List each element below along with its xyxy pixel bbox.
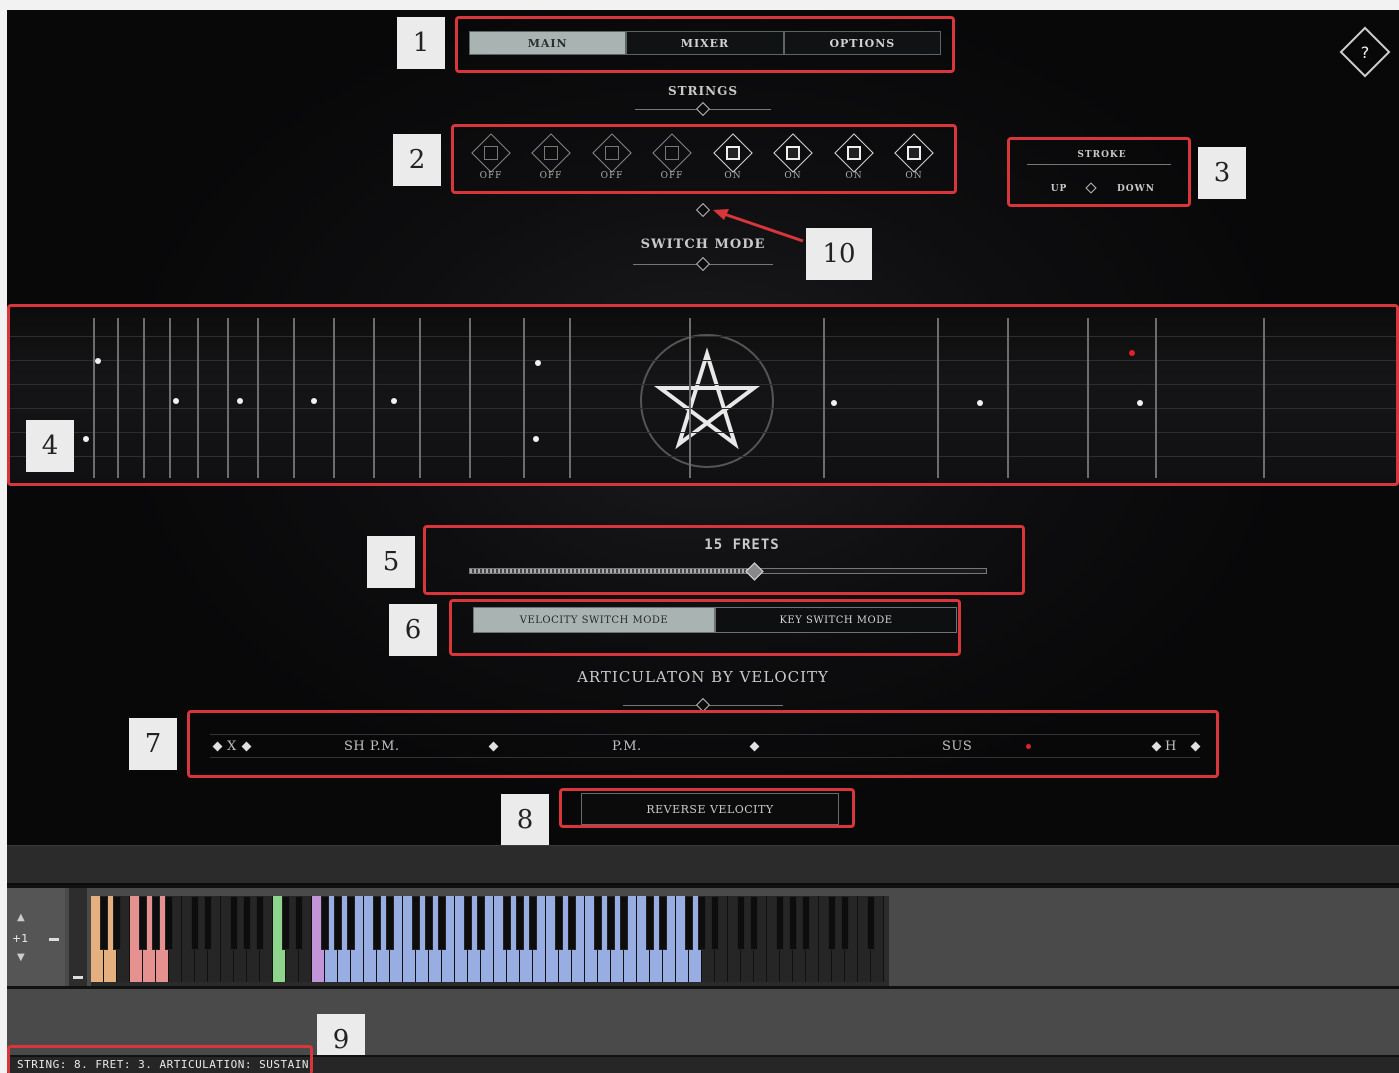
black-key[interactable] xyxy=(438,896,446,950)
callout-label-6: 6 xyxy=(389,604,437,656)
callout-label-2: 2 xyxy=(393,134,441,186)
piano-keyboard[interactable] xyxy=(91,896,889,986)
pitch-indicator xyxy=(49,938,59,941)
black-key[interactable] xyxy=(256,896,264,950)
app-window: ? MAIN MIXER OPTIONS STRINGS OFF OFF OFF OF… xyxy=(7,10,1399,1073)
callout-label-8: 8 xyxy=(501,794,549,846)
black-key[interactable] xyxy=(347,896,355,950)
callout-box-6 xyxy=(449,599,961,656)
keyboard-side-controls: ▲ +1 ▼ xyxy=(7,888,65,986)
black-key[interactable] xyxy=(750,896,758,950)
black-key[interactable] xyxy=(789,896,797,950)
black-key[interactable] xyxy=(152,896,160,950)
black-key[interactable] xyxy=(230,896,238,950)
help-button[interactable]: ? xyxy=(1339,26,1391,78)
black-key[interactable] xyxy=(243,896,251,950)
help-icon: ? xyxy=(1360,42,1370,62)
callout-label-3: 3 xyxy=(1198,147,1246,199)
keyboard-area: ▲ +1 ▼ xyxy=(7,885,1399,989)
black-key[interactable] xyxy=(282,896,290,950)
callout-label-10: 10 xyxy=(806,228,872,280)
black-key[interactable] xyxy=(828,896,836,950)
black-key[interactable] xyxy=(698,896,706,950)
main-panel: ? MAIN MIXER OPTIONS STRINGS OFF OFF OFF OF… xyxy=(7,10,1399,846)
black-key[interactable] xyxy=(386,896,394,950)
black-key[interactable] xyxy=(113,896,121,950)
callout-box-9 xyxy=(7,1045,313,1073)
black-key[interactable] xyxy=(425,896,433,950)
octave-down-icon[interactable]: ▼ xyxy=(17,952,25,963)
black-key[interactable] xyxy=(607,896,615,950)
black-key[interactable] xyxy=(204,896,212,950)
black-key[interactable] xyxy=(685,896,693,950)
callout-box-1 xyxy=(455,16,955,73)
mod-wheel-level xyxy=(73,976,83,979)
callout-box-3 xyxy=(1007,137,1191,207)
black-key[interactable] xyxy=(555,896,563,950)
black-key[interactable] xyxy=(100,896,108,950)
callout-label-4: 4 xyxy=(26,420,74,472)
black-key[interactable] xyxy=(464,896,472,950)
callout-arrow-icon xyxy=(713,209,804,243)
black-key[interactable] xyxy=(529,896,537,950)
black-key[interactable] xyxy=(412,896,420,950)
octave-up-icon[interactable]: ▲ xyxy=(17,912,25,923)
callout-box-8 xyxy=(559,788,855,828)
mod-wheel[interactable] xyxy=(69,888,87,986)
black-key[interactable] xyxy=(139,896,147,950)
strings-title: STRINGS xyxy=(667,84,739,98)
status-bar: STRING: 8. FRET: 3. ARTICULATION: SUSTAI… xyxy=(7,1045,1399,1073)
black-key[interactable] xyxy=(802,896,810,950)
black-key[interactable] xyxy=(373,896,381,950)
callout-box-5 xyxy=(423,525,1025,595)
black-key[interactable] xyxy=(516,896,524,950)
black-key[interactable] xyxy=(646,896,654,950)
toolbar xyxy=(7,845,1399,883)
octave-value: +1 xyxy=(12,932,29,945)
black-key[interactable] xyxy=(321,896,329,950)
black-key[interactable] xyxy=(191,896,199,950)
callout-label-7: 7 xyxy=(129,718,177,770)
black-key[interactable] xyxy=(568,896,576,950)
black-key[interactable] xyxy=(737,896,745,950)
articulation-title: ARTICULATON BY VELOCITY xyxy=(577,668,829,686)
callout-label-1: 1 xyxy=(397,17,445,69)
callout-box-7 xyxy=(187,710,1219,778)
black-key[interactable] xyxy=(503,896,511,950)
black-key[interactable] xyxy=(867,896,875,950)
callout-label-5: 5 xyxy=(367,536,415,588)
black-key[interactable] xyxy=(295,896,303,950)
black-key[interactable] xyxy=(477,896,485,950)
strings-divider-diamond xyxy=(695,101,711,117)
black-key[interactable] xyxy=(659,896,667,950)
black-key[interactable] xyxy=(776,896,784,950)
switch-mode-diamond xyxy=(695,256,711,272)
callout-box-4 xyxy=(7,304,1399,486)
black-key[interactable] xyxy=(594,896,602,950)
black-key[interactable] xyxy=(334,896,342,950)
black-key[interactable] xyxy=(165,896,173,950)
black-key[interactable] xyxy=(620,896,628,950)
black-key[interactable] xyxy=(711,896,719,950)
black-key[interactable] xyxy=(841,896,849,950)
callout-box-2 xyxy=(451,124,957,194)
